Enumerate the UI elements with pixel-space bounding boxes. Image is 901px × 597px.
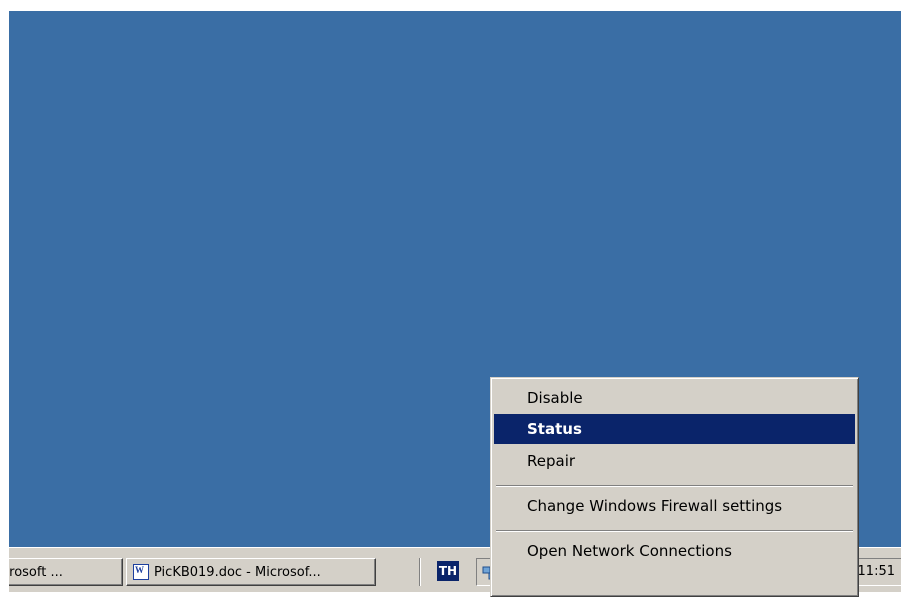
network-context-menu: Disable Status Repair Change Windows Fir… [490,377,859,597]
language-indicator[interactable]: TH [437,561,459,581]
menu-item-change-firewall-settings[interactable]: Change Windows Firewall settings [494,491,855,521]
taskbar-button-label: PicKB019.doc - Microsof... [154,564,321,580]
menu-item-disable[interactable]: Disable [494,383,855,413]
menu-item-repair[interactable]: Repair [494,446,855,476]
word-document-icon [133,564,149,580]
taskbar-button-microsoft[interactable]: crosoft ... [9,558,123,586]
taskbar-button-word-document[interactable]: PicKB019.doc - Microsof... [126,558,376,586]
taskbar-separator [419,558,421,586]
taskbar-button-label: crosoft ... [9,564,63,580]
menu-separator [496,485,853,487]
menu-item-open-network-connections[interactable]: Open Network Connections [494,536,855,566]
menu-item-status[interactable]: Status [494,414,855,444]
menu-separator [496,530,853,532]
clock[interactable]: 11:51 [858,564,895,579]
